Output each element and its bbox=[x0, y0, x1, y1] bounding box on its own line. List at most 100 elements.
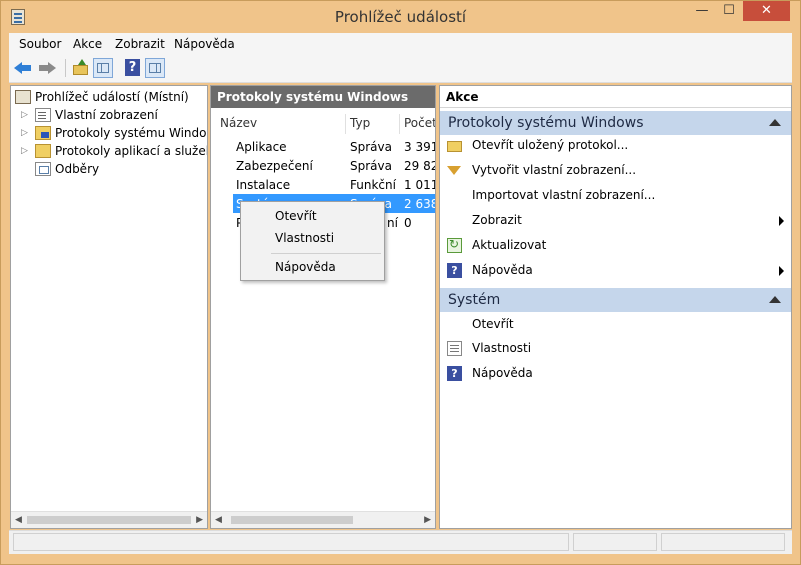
menu-akce[interactable]: Akce bbox=[73, 37, 102, 51]
submenu-arrow-icon bbox=[779, 216, 784, 226]
context-menu-help[interactable]: Nápověda bbox=[275, 260, 336, 274]
toolbar bbox=[9, 55, 792, 83]
context-menu-open[interactable]: Otevřít bbox=[275, 209, 317, 223]
scroll-left-icon[interactable]: ◀ bbox=[15, 515, 22, 525]
menu-napoveda[interactable]: Nápověda bbox=[174, 37, 235, 51]
scroll-right-icon[interactable]: ▶ bbox=[424, 515, 431, 525]
tree-root-label: Prohlížeč událostí (Místní) bbox=[35, 90, 189, 104]
window-title: Prohlížeč událostí bbox=[334, 8, 467, 26]
action-properties[interactable]: Vlastnosti bbox=[440, 338, 791, 360]
table-row-name[interactable]: Zabezpečení bbox=[236, 159, 313, 173]
table-row-count: 1 011 bbox=[404, 178, 436, 192]
section-header-label: Systém bbox=[448, 292, 501, 308]
filter-icon bbox=[447, 166, 461, 175]
context-menu-separator bbox=[271, 253, 381, 254]
actions-title: Akce bbox=[440, 86, 791, 108]
action-label: Nápověda bbox=[472, 366, 533, 380]
open-folder-icon bbox=[447, 141, 462, 152]
folder-icon bbox=[35, 144, 51, 158]
scroll-left-icon[interactable]: ◀ bbox=[215, 515, 222, 525]
help-icon[interactable] bbox=[123, 58, 143, 78]
table-row-count: 0 bbox=[404, 216, 412, 230]
column-divider[interactable] bbox=[399, 114, 400, 134]
actions-section-windows-logs[interactable]: Protokoly systému Windows bbox=[440, 111, 791, 135]
minimize-button[interactable]: — bbox=[689, 1, 715, 21]
tree-item-label: Vlastní zobrazení bbox=[55, 108, 158, 122]
action-help[interactable]: ? Nápověda bbox=[440, 260, 791, 282]
status-segment bbox=[661, 533, 785, 551]
tree-item-label: Protokoly systému Windows bbox=[55, 126, 208, 140]
table-row-count: 3 391 bbox=[404, 140, 436, 154]
back-arrow-icon[interactable] bbox=[13, 58, 33, 78]
column-divider[interactable] bbox=[345, 114, 346, 134]
action-help-system[interactable]: ? Nápověda bbox=[440, 363, 791, 385]
refresh-icon bbox=[447, 237, 462, 253]
expand-arrow-icon[interactable]: ▷ bbox=[21, 128, 28, 138]
title-bar[interactable]: Prohlížeč událostí — ☐ ✕ bbox=[1, 1, 800, 33]
custom-view-icon bbox=[35, 108, 51, 122]
actions-section-system[interactable]: Systém bbox=[440, 288, 791, 312]
column-header-count[interactable]: Počet bbox=[404, 116, 435, 130]
action-label: Aktualizovat bbox=[472, 238, 547, 252]
table-row-name[interactable]: Instalace bbox=[236, 178, 290, 192]
column-header-name[interactable]: Název bbox=[220, 116, 257, 130]
column-header-type[interactable]: Typ bbox=[350, 116, 370, 130]
tree-horizontal-scrollbar[interactable]: ◀ ▶ bbox=[11, 511, 207, 528]
table-row-name[interactable]: Aplikace bbox=[236, 140, 287, 154]
maximize-button[interactable]: ☐ bbox=[716, 1, 742, 21]
help-icon: ? bbox=[447, 366, 462, 381]
expand-arrow-icon[interactable]: ▷ bbox=[21, 146, 28, 156]
properties-icon bbox=[447, 341, 462, 356]
scrollbar-thumb[interactable] bbox=[27, 516, 191, 524]
close-button[interactable]: ✕ bbox=[743, 1, 790, 21]
scroll-right-icon[interactable]: ▶ bbox=[196, 515, 203, 525]
show-console-tree-icon[interactable] bbox=[93, 58, 113, 78]
action-label: Vlastnosti bbox=[472, 341, 532, 355]
list-horizontal-scrollbar[interactable]: ◀ ▶ bbox=[211, 511, 435, 528]
action-import-custom-view[interactable]: Importovat vlastní zobrazení... bbox=[440, 185, 791, 207]
expand-arrow-icon[interactable]: ▷ bbox=[21, 110, 28, 120]
action-create-custom-view[interactable]: Vytvořit vlastní zobrazení... bbox=[440, 160, 791, 182]
tree-item-label: Protokoly aplikací a služeb bbox=[55, 144, 208, 158]
status-bar bbox=[9, 530, 792, 554]
action-label: Importovat vlastní zobrazení... bbox=[472, 188, 656, 202]
submenu-arrow-icon bbox=[779, 266, 784, 276]
scrollbar-thumb[interactable] bbox=[231, 516, 353, 524]
table-row-type: Správa bbox=[350, 140, 392, 154]
context-menu: Otevřít Vlastnosti Nápověda bbox=[240, 201, 385, 281]
action-view[interactable]: Zobrazit bbox=[440, 210, 791, 232]
list-header: Protokoly systému Windows bbox=[211, 86, 435, 108]
forward-arrow-icon[interactable] bbox=[37, 58, 57, 78]
action-open[interactable]: Otevřít bbox=[440, 314, 791, 336]
action-refresh[interactable]: Aktualizovat bbox=[440, 235, 791, 257]
action-label: Otevřít uložený protokol... bbox=[472, 138, 629, 152]
subscriptions-icon bbox=[35, 162, 51, 176]
toolbar-separator bbox=[65, 59, 66, 77]
actions-pane: Akce Protokoly systému Windows Otevřít u… bbox=[439, 85, 792, 529]
action-label: Zobrazit bbox=[472, 213, 522, 227]
up-folder-icon[interactable] bbox=[71, 58, 91, 78]
action-open-saved-log[interactable]: Otevřít uložený protokol... bbox=[440, 135, 791, 157]
table-row-type: ní bbox=[387, 216, 398, 230]
table-row-count: 29 82 bbox=[404, 159, 436, 173]
menu-zobrazit[interactable]: Zobrazit bbox=[115, 37, 165, 51]
event-viewer-window: Prohlížeč událostí — ☐ ✕ Soubor Akce Zob… bbox=[0, 0, 801, 565]
section-header-label: Protokoly systému Windows bbox=[448, 115, 644, 131]
collapse-arrow-icon[interactable] bbox=[769, 119, 781, 126]
table-row-type: Správa bbox=[350, 159, 392, 173]
action-label: Vytvořit vlastní zobrazení... bbox=[472, 163, 637, 177]
table-row-count: 2 638 bbox=[404, 197, 436, 211]
status-segment bbox=[13, 533, 569, 551]
console-tree-pane: Prohlížeč událostí (Místní) ▷ Vlastní zo… bbox=[10, 85, 208, 529]
event-viewer-root-icon bbox=[15, 90, 31, 104]
show-action-pane-icon[interactable] bbox=[145, 58, 165, 78]
log-list-pane: Protokoly systému Windows Název Typ Poče… bbox=[210, 85, 436, 529]
windows-logs-folder-icon bbox=[35, 126, 51, 140]
context-menu-properties[interactable]: Vlastnosti bbox=[275, 231, 334, 245]
table-row-type: Funkční bbox=[350, 178, 396, 192]
menu-soubor[interactable]: Soubor bbox=[19, 37, 61, 51]
collapse-arrow-icon[interactable] bbox=[769, 296, 781, 303]
help-icon: ? bbox=[447, 263, 462, 278]
action-label: Nápověda bbox=[472, 263, 533, 277]
action-label: Otevřít bbox=[472, 317, 514, 331]
